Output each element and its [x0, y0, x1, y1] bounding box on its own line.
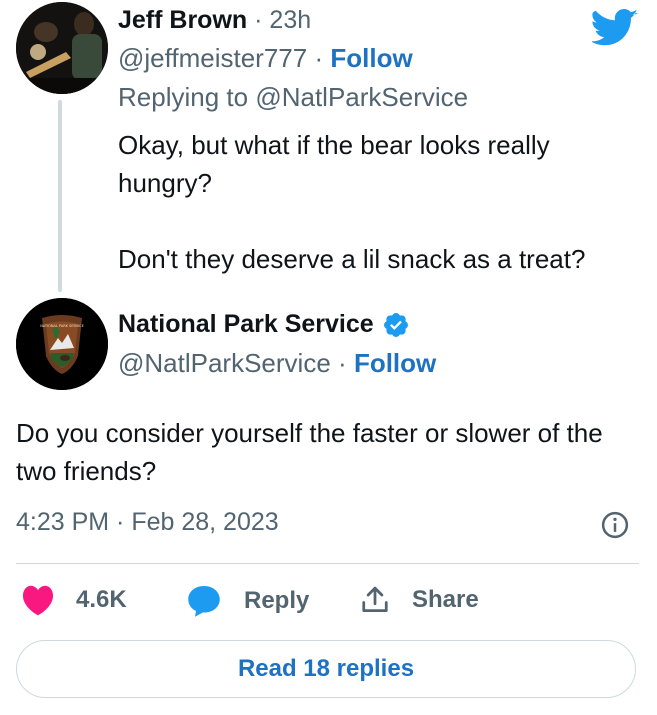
- verified-badge-icon: [383, 312, 408, 337]
- main-author-handle[interactable]: @NatlParkService: [118, 348, 331, 378]
- reply-author-row: Jeff Brown · 23h: [118, 6, 311, 35]
- divider: [16, 563, 639, 564]
- twitter-bird-icon[interactable]: [590, 8, 638, 48]
- reply-text-paragraph-2: Don't they deserve a lil snack as a trea…: [118, 244, 586, 274]
- replying-to-handle[interactable]: @NatlParkService: [255, 82, 468, 112]
- share-label: Share: [412, 586, 479, 613]
- share-icon: [362, 586, 388, 612]
- reply-time-ago[interactable]: 23h: [269, 6, 311, 34]
- reply-button[interactable]: Reply: [186, 584, 309, 618]
- reply-text-paragraph-1: Okay, but what if the bear looks really …: [118, 130, 550, 198]
- reply-author-name[interactable]: Jeff Brown: [118, 6, 247, 34]
- avatar[interactable]: NATIONAL PARK SERVICE: [16, 298, 108, 390]
- info-icon[interactable]: [600, 510, 630, 540]
- separator-dot: ·: [254, 6, 263, 34]
- main-author-row: National Park Service: [118, 310, 410, 339]
- main-author-name[interactable]: National Park Service: [118, 310, 374, 339]
- replying-to-label: Replying to: [118, 82, 249, 112]
- main-handle-row: @NatlParkService · Follow: [118, 348, 436, 379]
- separator-dot: ·: [338, 348, 347, 378]
- avatar[interactable]: [16, 2, 108, 94]
- tweet-timestamp[interactable]: 4:23 PM · Feb 28, 2023: [16, 508, 279, 537]
- reply-label: Reply: [244, 587, 310, 614]
- reply-author-handle[interactable]: @jeffmeister777: [118, 43, 307, 73]
- separator-dot: ·: [314, 43, 324, 73]
- share-button[interactable]: Share: [360, 584, 479, 616]
- reply-bubble-icon: [188, 586, 220, 617]
- follow-button[interactable]: Follow: [354, 348, 436, 378]
- follow-button[interactable]: Follow: [330, 43, 412, 73]
- thread-connector-line: [58, 100, 62, 292]
- like-button[interactable]: 4.6K: [20, 584, 127, 616]
- reply-handle-row: @jeffmeister777 · Follow: [118, 43, 413, 74]
- badge-text: NATIONAL PARK SERVICE: [40, 324, 84, 328]
- main-tweet-text: Do you consider yourself the faster or s…: [16, 418, 603, 486]
- like-count: 4.6K: [76, 586, 127, 613]
- replying-to-row: Replying to @NatlParkService: [118, 82, 468, 113]
- heart-icon: [22, 585, 54, 616]
- read-replies-button[interactable]: Read 18 replies: [16, 640, 636, 698]
